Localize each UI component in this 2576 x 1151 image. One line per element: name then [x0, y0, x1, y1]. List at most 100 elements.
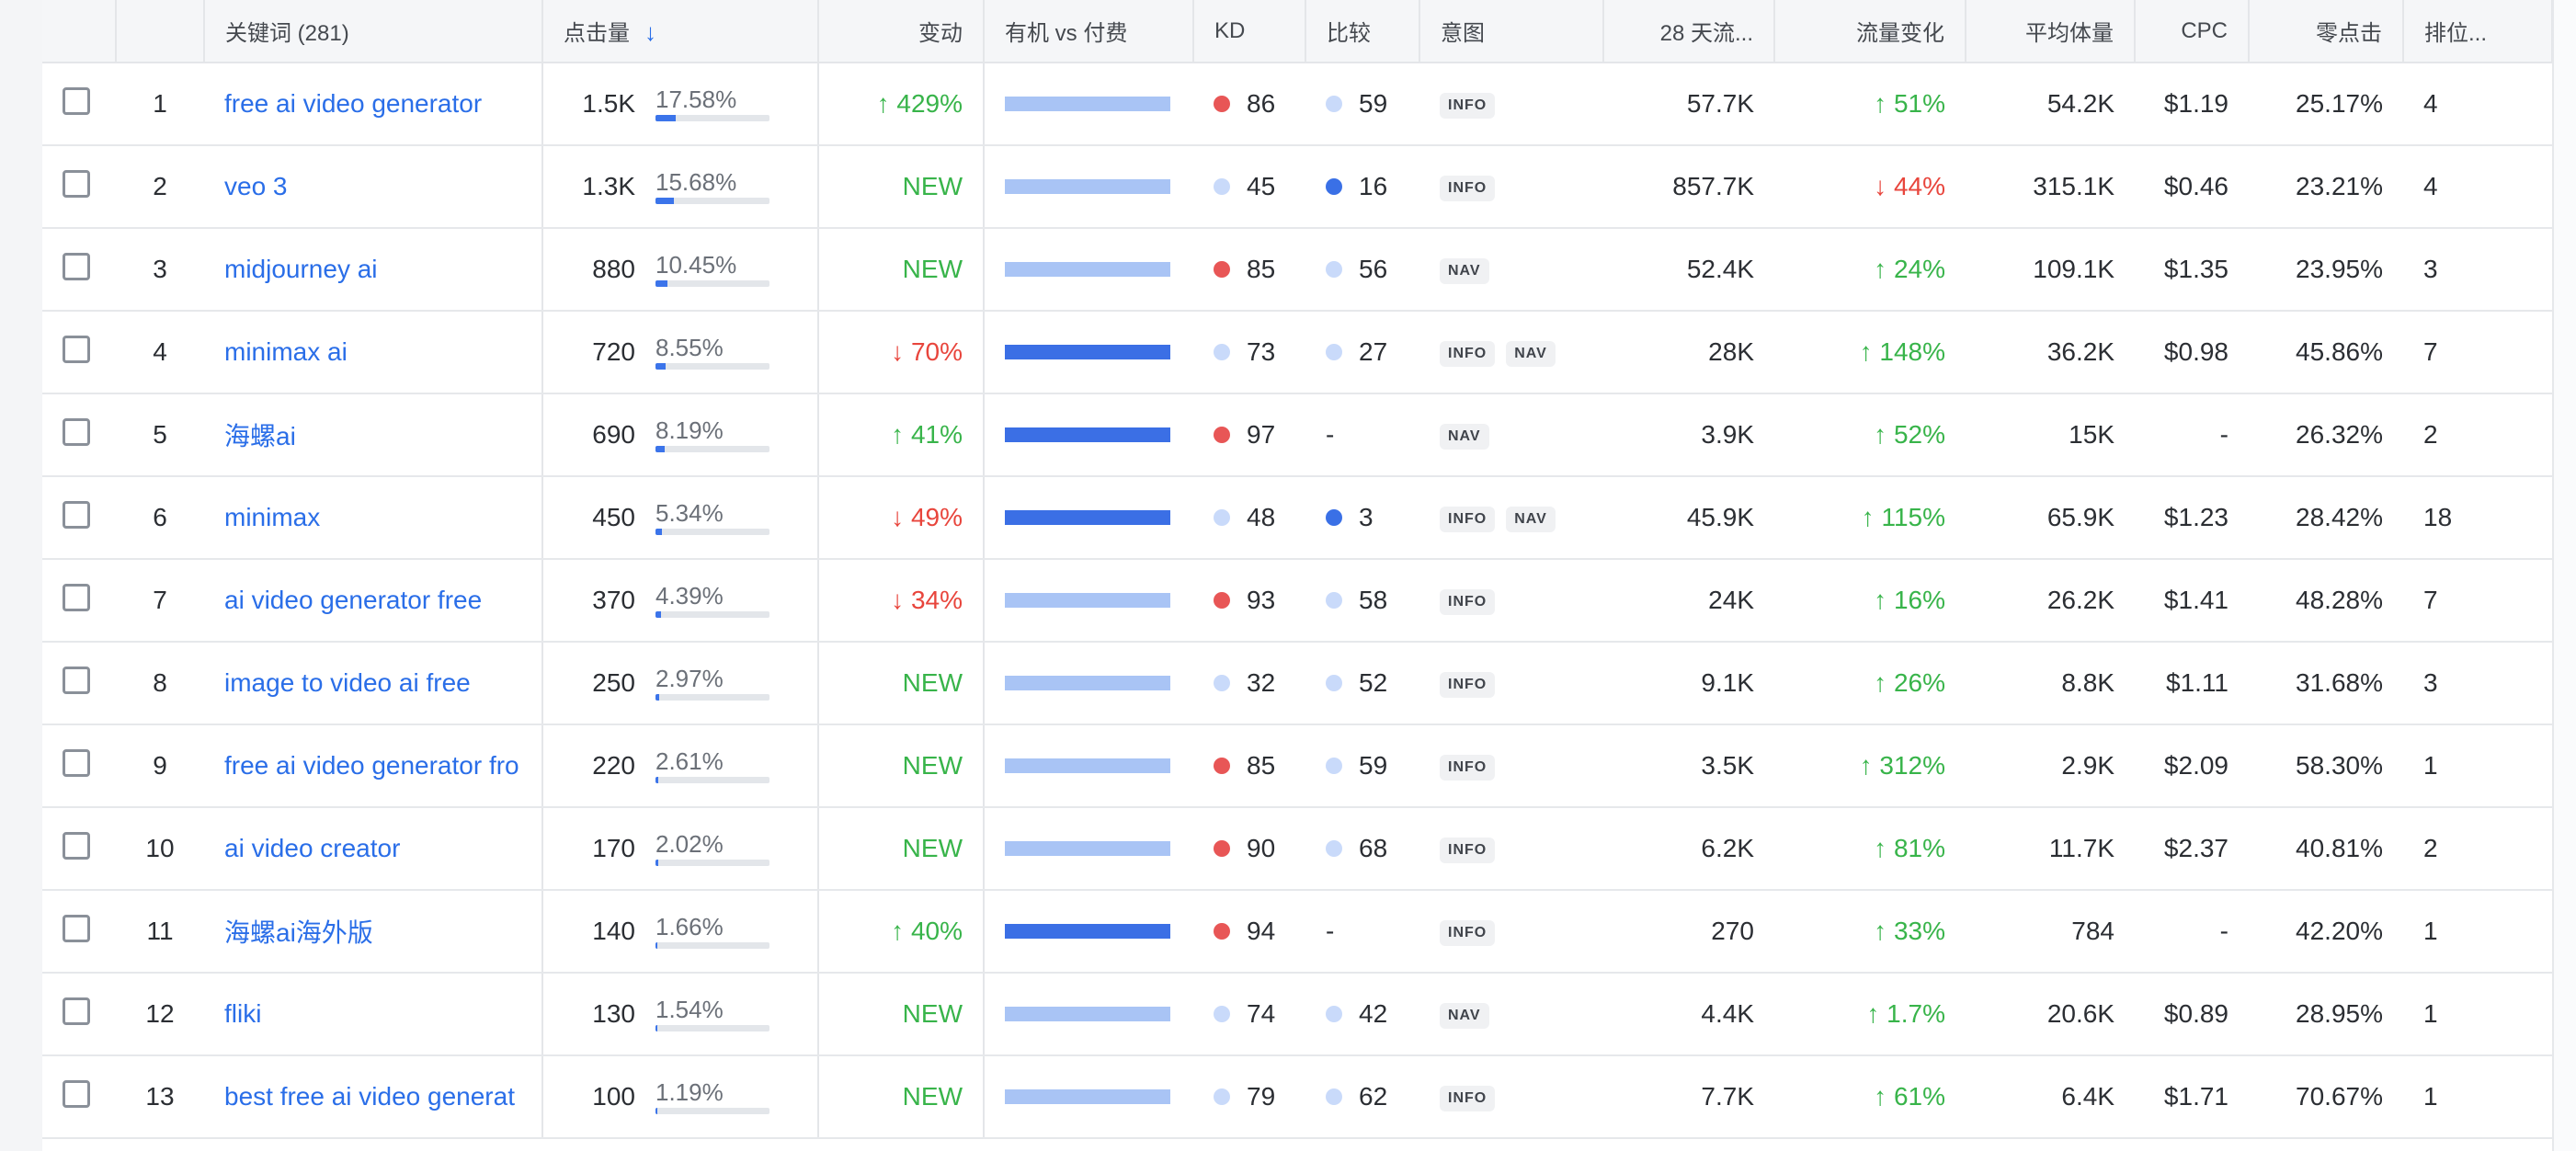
kd-value: 93 [1247, 586, 1276, 614]
clicks-share-bar-fill [655, 279, 668, 287]
header-keyword[interactable]: 关键词 (281) [204, 0, 543, 63]
kd-indicator-icon [1214, 177, 1230, 195]
row-checkbox[interactable] [63, 583, 90, 611]
header-intent-label: 意图 [1441, 21, 1485, 46]
header-compare[interactable]: 比较 [1305, 0, 1420, 63]
change-value: ↑ 40% [891, 917, 963, 945]
keyword-cell: image to video ai free [204, 642, 543, 725]
change-value: ↓ 34% [891, 586, 963, 614]
header-traffic-change-label: 流量变化 [1856, 21, 1944, 46]
traffic-change-cell: ↑ 1.7% [1774, 973, 1966, 1056]
row-checkbox[interactable] [63, 169, 90, 198]
keyword-link[interactable]: free ai video generator [224, 89, 521, 119]
clicks-share-percent: 4.39% [655, 581, 724, 610]
keyword-link[interactable]: ai video creator [224, 834, 521, 863]
clicks-share-bar-fill [655, 1024, 657, 1031]
row-index: 1 [116, 63, 204, 146]
keyword-link[interactable]: minimax [224, 503, 521, 532]
header-rank[interactable]: 排位... [2403, 0, 2553, 63]
table-body: 1 free ai video generator 1.5K 17.58% ↑ … [42, 63, 2552, 1139]
traffic-change-cell: ↑ 52% [1774, 393, 1966, 477]
traffic-change-cell: ↑ 51% [1774, 63, 1966, 146]
organic-vs-paid-cell [984, 1055, 1193, 1139]
kd-cell: 48 [1193, 476, 1305, 560]
change-value: ↑ 429% [876, 89, 963, 118]
cpc-value: $1.41 [2135, 559, 2249, 643]
change-cell: ↓ 49% [818, 476, 985, 560]
header-cpc[interactable]: CPC [2135, 0, 2250, 63]
clicks-share: 1.66% [655, 915, 769, 949]
traffic-change-cell: ↑ 312% [1774, 724, 1966, 808]
keyword-link[interactable]: midjourney ai [224, 255, 521, 284]
clicks-value: 880 [592, 255, 635, 283]
scrollbar-track[interactable] [2552, 0, 2576, 1151]
change-cell: NEW [818, 642, 985, 725]
intent-cell: NAV [1419, 228, 1603, 312]
keyword-link[interactable]: image to video ai free [224, 668, 521, 698]
kd-value: 74 [1247, 999, 1276, 1028]
intent-cell: NAV [1419, 973, 1603, 1056]
keyword-link[interactable]: fliki [224, 999, 521, 1029]
clicks-share-bar-fill [655, 528, 662, 535]
intent-cell: INFO [1419, 559, 1603, 643]
kd-indicator-icon [1214, 95, 1230, 112]
header-intent[interactable]: 意图 [1419, 0, 1604, 63]
row-checkbox[interactable] [63, 1079, 90, 1108]
row-checkbox[interactable] [63, 86, 90, 115]
traffic-change-cell: ↑ 33% [1774, 890, 1966, 974]
row-checkbox[interactable] [63, 417, 90, 446]
traffic-28d-value: 57.7K [1603, 63, 1774, 146]
row-checkbox[interactable] [63, 335, 90, 363]
intent-cell: NAV [1419, 393, 1603, 477]
clicks-share-bar-fill [655, 776, 659, 783]
kd-indicator-icon [1214, 426, 1230, 443]
zero-click-value: 31.68% [2249, 642, 2403, 725]
organic-vs-paid-bar [1005, 97, 1170, 111]
keyword-link[interactable]: minimax ai [224, 337, 521, 367]
rank-value: 7 [2403, 559, 2552, 643]
sort-desc-icon[interactable]: ↓ [644, 18, 656, 46]
compare-value: - [1326, 420, 1335, 449]
header-zero-click[interactable]: 零点击 [2249, 0, 2404, 63]
header-traffic-28d[interactable]: 28 天流... [1603, 0, 1775, 63]
keyword-link[interactable]: best free ai video generat [224, 1082, 521, 1111]
row-checkbox-cell [42, 890, 116, 974]
clicks-share-bar [655, 445, 769, 452]
clicks-share-bar-fill [655, 610, 661, 618]
row-checkbox[interactable] [63, 500, 90, 529]
table-row: 3 midjourney ai 880 10.45% NEW 85 56 NAV… [42, 228, 2552, 312]
header-clicks[interactable]: 点击量 ↓ [542, 0, 819, 63]
kd-indicator-icon [1214, 1088, 1230, 1105]
keyword-cell: veo 3 [204, 145, 543, 229]
keyword-link[interactable]: veo 3 [224, 172, 521, 201]
change-value: NEW [902, 255, 963, 283]
clicks-share-bar-fill [655, 693, 659, 701]
row-checkbox[interactable] [63, 997, 90, 1025]
header-traffic-change[interactable]: 流量变化 [1774, 0, 1966, 63]
keyword-link[interactable]: free ai video generator fro [224, 751, 521, 781]
cpc-value: - [2135, 393, 2249, 477]
header-change[interactable]: 变动 [818, 0, 985, 63]
clicks-value: 1.3K [582, 172, 635, 200]
row-checkbox[interactable] [63, 914, 90, 942]
keyword-link[interactable]: 海螺ai [224, 416, 521, 453]
header-kd[interactable]: KD [1193, 0, 1306, 63]
row-checkbox[interactable] [63, 252, 90, 280]
compare-value: 58 [1359, 586, 1388, 614]
clicks-cell: 130 1.54% [542, 973, 819, 1056]
kd-indicator-icon [1214, 839, 1230, 857]
keyword-link[interactable]: 海螺ai海外版 [224, 913, 521, 950]
row-checkbox[interactable] [63, 666, 90, 694]
header-zero-click-label: 零点击 [2316, 21, 2382, 46]
intent-badge: INFO [1440, 671, 1496, 698]
clicks-value: 370 [592, 586, 635, 614]
clicks-share: 2.97% [655, 667, 769, 701]
change-cell: ↑ 41% [818, 393, 985, 477]
header-avg-volume[interactable]: 平均体量 [1966, 0, 2136, 63]
table-row: 13 best free ai video generat 100 1.19% … [42, 1055, 2552, 1139]
keyword-link[interactable]: ai video generator free [224, 586, 521, 615]
row-checkbox[interactable] [63, 748, 90, 777]
row-checkbox[interactable] [63, 831, 90, 860]
header-organic-vs-paid[interactable]: 有机 vs 付费 [984, 0, 1194, 63]
kd-indicator-icon [1214, 260, 1230, 278]
